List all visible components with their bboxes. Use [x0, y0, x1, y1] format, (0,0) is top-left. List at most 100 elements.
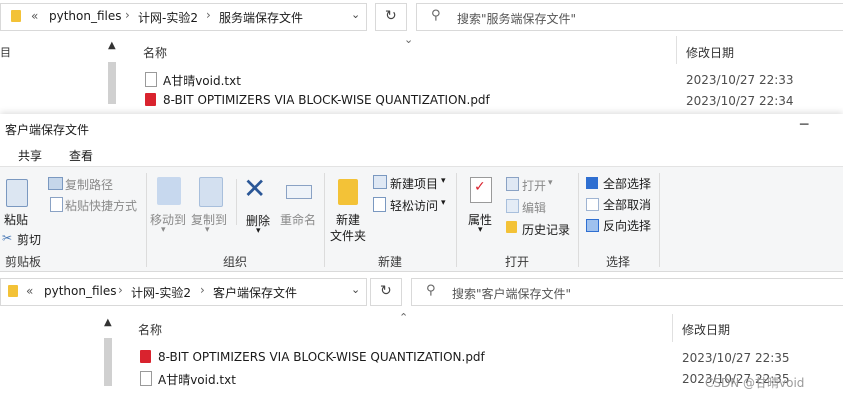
- paste-icon[interactable]: [6, 179, 28, 207]
- file-row[interactable]: 8-BIT OPTIMIZERS VIA BLOCK-WISE QUANTIZA…: [133, 348, 843, 368]
- new-item-icon: [373, 175, 387, 189]
- ribbon-separator: [456, 173, 457, 267]
- breadcrumb-item[interactable]: python_files: [44, 284, 117, 298]
- address-bar[interactable]: « python_files › 计网-实验2 › 客户端保存文件 ⌄: [0, 278, 367, 306]
- breadcrumb-separator-icon[interactable]: ›: [200, 283, 205, 297]
- navigation-row: « python_files › 计网-实验2 › 客户端保存文件 ⌄ ↻ ⚲ …: [0, 272, 843, 310]
- column-header-date[interactable]: 修改日期: [686, 44, 734, 61]
- invert-selection-button[interactable]: 反向选择: [603, 217, 651, 234]
- dropdown-arrow-icon[interactable]: ▾: [441, 176, 446, 186]
- file-row[interactable]: 8-BIT OPTIMIZERS VIA BLOCK-WISE QUANTIZA…: [138, 91, 843, 111]
- select-all-button[interactable]: 全部选择: [603, 175, 651, 192]
- file-name: A甘晴void.txt: [163, 74, 241, 88]
- sort-chevron-icon[interactable]: ⌃: [399, 311, 408, 324]
- history-button[interactable]: 历史记录: [522, 221, 570, 238]
- copy-to-icon[interactable]: [199, 177, 223, 207]
- easy-access-button[interactable]: 轻松访问: [390, 197, 438, 214]
- title-bar[interactable]: 客户端保存文件 ─: [0, 114, 843, 142]
- pdf-file-icon: [145, 93, 156, 106]
- text-file-icon: [140, 371, 152, 386]
- text-file-icon: [145, 72, 157, 87]
- column-header-date[interactable]: 修改日期: [682, 321, 730, 338]
- paste-shortcut-button[interactable]: 粘贴快捷方式: [65, 197, 137, 214]
- refresh-button[interactable]: ↻: [370, 278, 402, 306]
- minimize-button[interactable]: ─: [800, 117, 808, 133]
- scroll-up-arrow-icon[interactable]: ▲: [104, 317, 112, 328]
- file-row[interactable]: A甘晴void.txt 2023/10/27 22:33: [138, 70, 843, 90]
- dropdown-arrow-icon[interactable]: ▾: [256, 226, 261, 236]
- dropdown-arrow-icon[interactable]: ▾: [548, 178, 553, 188]
- file-date: 2023/10/27 22:34: [686, 94, 794, 108]
- overflow-chevron-icon[interactable]: «: [31, 9, 38, 23]
- tab-share[interactable]: 共享: [18, 147, 42, 164]
- folder-icon: [8, 285, 18, 297]
- search-box[interactable]: ⚲ 搜索"客户端保存文件": [411, 278, 843, 306]
- group-label-open: 打开: [505, 255, 530, 269]
- select-none-icon: [586, 198, 599, 211]
- dropdown-arrow-icon[interactable]: ▾: [161, 225, 166, 235]
- ribbon-tabs: 共享 查看: [0, 142, 843, 166]
- breadcrumb-item[interactable]: 服务端保存文件: [219, 9, 303, 26]
- open-button[interactable]: 打开: [522, 177, 546, 194]
- breadcrumb-item[interactable]: python_files: [49, 9, 122, 23]
- client-folder-window: 客户端保存文件 ─ 共享 查看 粘贴 ✂ 剪切 复制路径 粘贴快捷方式 剪贴板 …: [0, 114, 843, 402]
- address-bar[interactable]: « python_files › 计网-实验2 › 服务端保存文件 ⌄: [0, 3, 367, 31]
- file-list: ▲ ⌃ 名称 修改日期 8-BIT OPTIMIZERS VIA BLOCK-W…: [0, 310, 843, 402]
- breadcrumb-separator-icon[interactable]: ›: [125, 8, 130, 22]
- search-placeholder: 搜索"服务端保存文件": [457, 12, 577, 26]
- rename-icon[interactable]: [286, 185, 312, 199]
- new-folder-button-line1[interactable]: 新建: [336, 211, 360, 228]
- copy-path-icon: [48, 177, 63, 190]
- cut-button[interactable]: 剪切: [17, 231, 41, 248]
- breadcrumb-item[interactable]: 计网-实验2: [138, 9, 198, 26]
- chevron-down-icon[interactable]: ⌄: [351, 8, 360, 21]
- ribbon: 粘贴 ✂ 剪切 复制路径 粘贴快捷方式 剪贴板 移动到 ▾ 复制到 ▾ ✕ 删除…: [0, 166, 843, 272]
- breadcrumb-separator-icon[interactable]: ›: [118, 283, 123, 297]
- edit-button[interactable]: 编辑: [522, 199, 546, 216]
- group-label-new: 新建: [378, 255, 403, 269]
- move-to-icon[interactable]: [157, 177, 181, 205]
- dropdown-arrow-icon[interactable]: ▾: [441, 198, 446, 208]
- search-placeholder: 搜索"客户端保存文件": [452, 287, 572, 301]
- refresh-button[interactable]: ↻: [375, 3, 407, 31]
- scroll-up-arrow-icon[interactable]: ▲: [108, 40, 116, 51]
- open-icon: [506, 177, 519, 191]
- move-to-button[interactable]: 移动到: [150, 211, 186, 228]
- dropdown-arrow-icon[interactable]: ▾: [205, 225, 210, 235]
- delete-icon[interactable]: ✕: [243, 173, 266, 205]
- edit-icon: [506, 199, 519, 213]
- search-icon: ⚲: [426, 283, 436, 298]
- rename-button[interactable]: 重命名: [280, 211, 316, 228]
- ribbon-separator: [146, 173, 147, 267]
- group-label-organize: 组织: [223, 255, 248, 269]
- column-header-name[interactable]: 名称: [138, 321, 162, 338]
- overflow-chevron-icon[interactable]: «: [26, 284, 33, 298]
- select-none-button[interactable]: 全部取消: [603, 196, 651, 213]
- chevron-down-icon[interactable]: ⌄: [351, 283, 360, 296]
- sort-chevron-icon[interactable]: ⌄: [404, 33, 413, 46]
- column-divider[interactable]: [676, 36, 677, 64]
- column-header-name[interactable]: 名称: [143, 44, 167, 61]
- new-item-button[interactable]: 新建项目: [390, 175, 438, 192]
- new-folder-icon[interactable]: [338, 179, 358, 205]
- paste-button[interactable]: 粘贴: [4, 211, 28, 228]
- copy-path-button[interactable]: 复制路径: [65, 176, 113, 193]
- ribbon-separator: [578, 173, 579, 267]
- scissors-icon[interactable]: ✂: [2, 231, 12, 245]
- search-box[interactable]: ⚲ 搜索"服务端保存文件": [416, 3, 843, 31]
- file-name: 8-BIT OPTIMIZERS VIA BLOCK-WISE QUANTIZA…: [163, 93, 490, 107]
- file-date: 2023/10/27 22:33: [686, 73, 794, 87]
- scrollbar-thumb[interactable]: [104, 338, 112, 386]
- tab-view[interactable]: 查看: [69, 147, 93, 164]
- new-folder-button-line2[interactable]: 文件夹: [330, 227, 366, 244]
- breadcrumb-item[interactable]: 计网-实验2: [131, 284, 191, 301]
- server-folder-window: « python_files › 计网-实验2 › 服务端保存文件 ⌄ ↻ ⚲ …: [0, 0, 843, 112]
- csdn-watermark: CSDN @甘晴void: [705, 376, 805, 390]
- select-all-icon: [586, 177, 598, 189]
- scrollbar-thumb[interactable]: [108, 62, 116, 104]
- group-label-select: 选择: [606, 255, 631, 269]
- breadcrumb-item[interactable]: 客户端保存文件: [213, 284, 297, 301]
- column-divider[interactable]: [672, 314, 673, 342]
- breadcrumb-separator-icon[interactable]: ›: [206, 8, 211, 22]
- dropdown-arrow-icon[interactable]: ▾: [478, 225, 483, 235]
